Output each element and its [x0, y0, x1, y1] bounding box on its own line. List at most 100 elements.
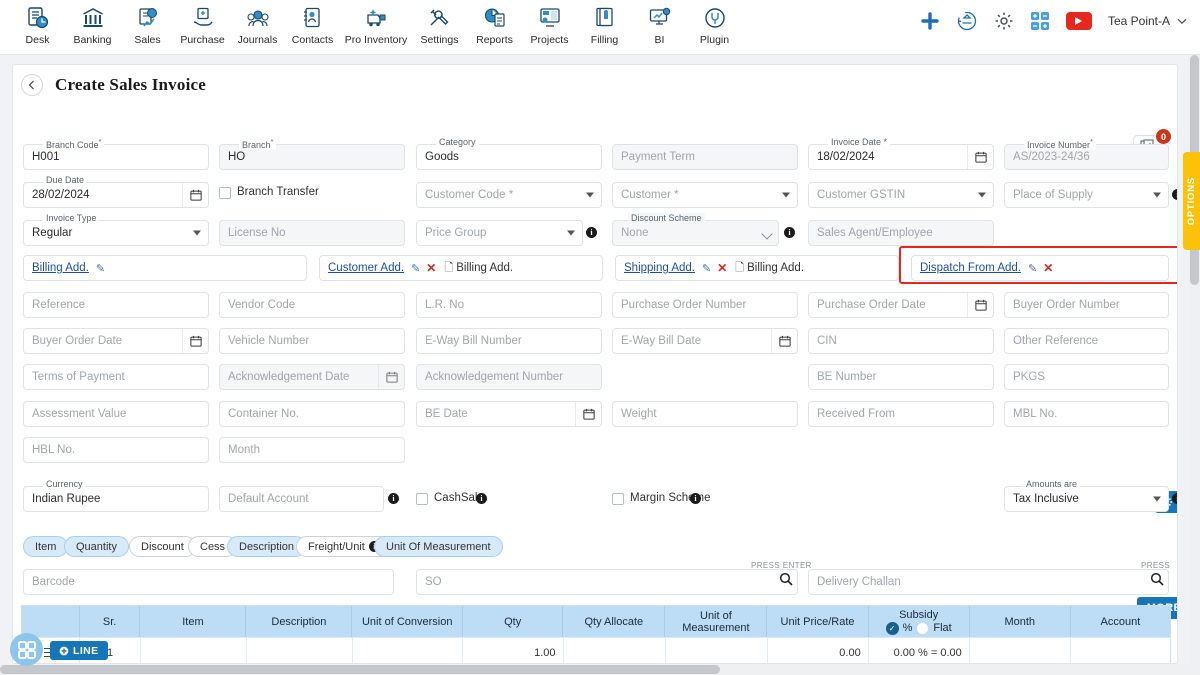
calendar-icon[interactable] [771, 329, 797, 353]
nav-item-settings[interactable]: Settings [412, 0, 467, 46]
add-line-button[interactable]: LINE [50, 641, 108, 660]
nav-item-pro-inventory[interactable]: Pro Inventory [340, 0, 412, 46]
license-no-input[interactable]: License No [219, 220, 405, 246]
nav-item-banking[interactable]: Banking [65, 0, 120, 46]
search-icon[interactable] [779, 572, 793, 589]
category-input[interactable]: Goods [416, 144, 602, 170]
payment-term-input[interactable]: Payment Term [612, 144, 798, 170]
terms-of-payment-input[interactable]: Terms of Payment [23, 364, 209, 390]
discount-scheme-info-icon[interactable]: i [784, 227, 795, 238]
discount-scheme-select[interactable]: None [612, 220, 779, 246]
nav-item-projects[interactable]: Projects [522, 0, 577, 46]
customer-address-field[interactable]: Customer Add. ✎ ✕ 🗋 Billing Add. [319, 255, 603, 281]
billing-address-link[interactable]: Billing Add. [32, 262, 89, 274]
row-month[interactable] [970, 638, 1071, 663]
copy-icon[interactable]: 🗋 [444, 259, 453, 278]
chip-discount[interactable]: Discount [129, 536, 196, 557]
eway-bill-date-input[interactable]: E-Way Bill Date [612, 328, 798, 354]
remove-icon[interactable]: ✕ [717, 261, 727, 275]
search-icon[interactable] [1150, 572, 1164, 589]
refresh-company-icon[interactable] [956, 10, 978, 32]
row-qty[interactable]: 1.00 [463, 638, 564, 663]
eway-bill-number-input[interactable]: E-Way Bill Number [416, 328, 602, 354]
amounts-are-info-icon[interactable]: i [1172, 493, 1177, 504]
row-account[interactable] [1071, 638, 1170, 663]
acknowledgement-date-input[interactable]: Acknowledgement Date [219, 364, 405, 390]
due-date-input[interactable]: 28/02/2024 [23, 182, 209, 208]
dispatch-from-address-link[interactable]: Dispatch From Add. [920, 262, 1021, 274]
gear-icon[interactable] [994, 11, 1014, 31]
purchase-order-date-input[interactable]: Purchase Order Date [808, 292, 994, 318]
horizontal-scrollbar[interactable] [0, 664, 1200, 675]
so-input[interactable]: SO [416, 569, 798, 595]
amounts-are-select[interactable]: Tax Inclusive [1004, 486, 1169, 512]
customer-address-link[interactable]: Customer Add. [328, 262, 404, 274]
calendar-icon[interactable] [575, 402, 601, 426]
table-row[interactable]: 1 1.00 0.00 0.00 % = 0.00 [22, 637, 1170, 663]
calendar-icon[interactable] [378, 365, 404, 389]
place-of-supply-info-icon[interactable]: i [1172, 189, 1177, 200]
horizontal-scrollbar-thumb[interactable] [0, 665, 720, 674]
month-input[interactable]: Month [219, 437, 405, 463]
nav-item-contacts[interactable]: Contacts [285, 0, 340, 46]
nav-item-plugin[interactable]: Plugin [687, 0, 742, 46]
calendar-icon[interactable] [182, 329, 208, 353]
remove-icon[interactable]: ✕ [1043, 261, 1053, 275]
copy-icon[interactable]: 🗋 [735, 259, 744, 278]
price-group-select[interactable]: Price Group [416, 220, 583, 246]
margin-scheme-checkbox[interactable] [612, 493, 624, 505]
cash-sale-info-icon[interactable]: i [476, 493, 487, 504]
calendar-icon[interactable] [967, 145, 993, 169]
hbl-no-input[interactable]: HBL No. [23, 437, 209, 463]
currency-input[interactable]: Indian Rupee [23, 486, 209, 512]
remove-icon[interactable]: ✕ [426, 261, 436, 275]
be-number-input[interactable]: BE Number [808, 364, 994, 390]
nav-item-purchase[interactable]: Purchase [175, 0, 230, 46]
customer-code-select[interactable]: Customer Code * [416, 182, 602, 208]
buyer-order-number-input[interactable]: Buyer Order Number [1004, 292, 1169, 318]
shipping-address-field[interactable]: Shipping Add. ✎ ✕ 🗋 Billing Add. [615, 255, 899, 281]
edit-icon[interactable]: ✎ [1028, 262, 1037, 275]
row-unit-of-measurement[interactable] [666, 638, 768, 663]
nav-item-journals[interactable]: Journals [230, 0, 285, 46]
sales-agent-input[interactable]: Sales Agent/Employee [808, 220, 994, 246]
cash-sale-checkbox[interactable] [416, 493, 428, 505]
subsidy-percent-radio[interactable]: ✓ [885, 621, 899, 635]
buyer-order-date-input[interactable]: Buyer Order Date [23, 328, 209, 354]
nav-item-filling[interactable]: Filling [577, 0, 632, 46]
place-of-supply-select[interactable]: Place of Supply [1004, 182, 1169, 208]
row-unit-price-rate[interactable]: 0.00 [768, 638, 869, 663]
subsidy-flat-radio[interactable] [916, 621, 930, 635]
vertical-scrollbar[interactable] [1189, 55, 1200, 664]
delivery-challan-input[interactable]: Delivery Challan [808, 569, 1169, 595]
nav-item-reports[interactable]: Reports [467, 0, 522, 46]
edit-icon[interactable]: ✎ [702, 262, 711, 275]
mbl-no-input[interactable]: MBL No. [1004, 401, 1169, 427]
barcode-input[interactable]: Barcode [23, 569, 394, 595]
assessment-value-input[interactable]: Assessment Value [23, 401, 209, 427]
default-account-info-icon[interactable]: i [388, 493, 399, 504]
chip-unit-of-measurement[interactable]: Unit Of Measurement [374, 536, 503, 557]
nav-item-sales[interactable]: Sales [120, 0, 175, 46]
calendar-icon[interactable] [967, 293, 993, 317]
shipping-address-link[interactable]: Shipping Add. [624, 262, 695, 274]
price-group-info-icon[interactable]: i [586, 227, 597, 238]
invoice-date-input[interactable]: 18/02/2024 [808, 144, 994, 170]
row-item[interactable] [141, 638, 247, 663]
billing-address-field[interactable]: Billing Add. ✎ [23, 255, 307, 281]
row-description[interactable] [247, 638, 353, 663]
edit-icon[interactable]: ✎ [411, 262, 420, 275]
weight-input[interactable]: Weight [612, 401, 798, 427]
be-date-input[interactable]: BE Date [416, 401, 602, 427]
nav-item-desk[interactable]: Desk [10, 0, 65, 46]
chip-quantity[interactable]: Quantity [64, 536, 129, 557]
row-unit-of-conversion[interactable] [353, 638, 464, 663]
purchase-order-number-input[interactable]: Purchase Order Number [612, 292, 798, 318]
vendor-code-input[interactable]: Vendor Code [219, 292, 405, 318]
chip-item[interactable]: Item [23, 536, 69, 557]
calendar-icon[interactable] [182, 183, 208, 207]
vehicle-number-input[interactable]: Vehicle Number [219, 328, 405, 354]
grid-apps-fab[interactable] [10, 633, 43, 666]
row-qty-allocate[interactable] [564, 638, 666, 663]
chip-description[interactable]: Description [227, 536, 307, 557]
